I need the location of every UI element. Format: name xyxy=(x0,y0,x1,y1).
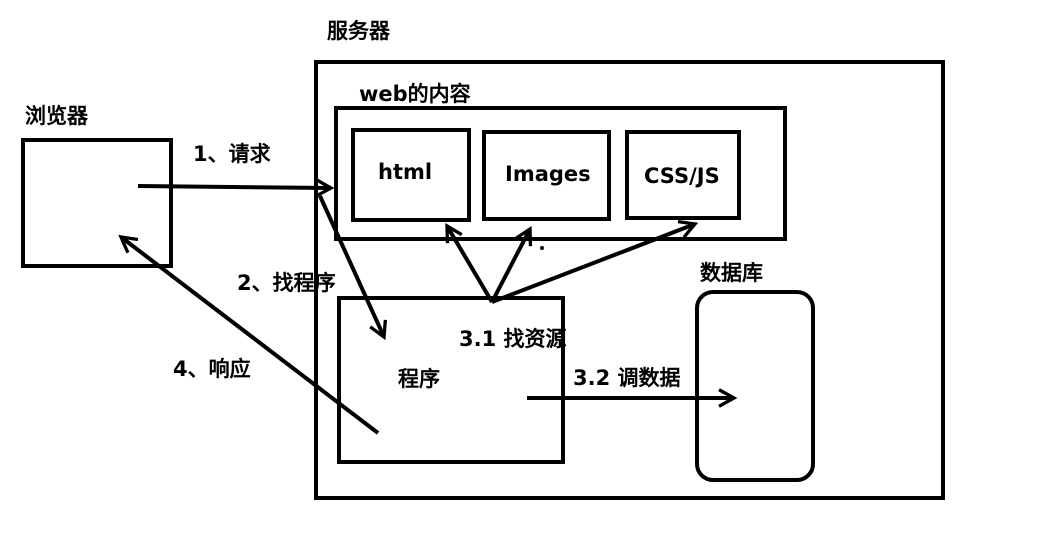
web-content-label: web的内容 xyxy=(359,82,471,106)
request-arrow xyxy=(137,186,331,188)
stray-dot xyxy=(540,246,544,250)
database-label: 数据库 xyxy=(700,261,763,285)
architecture-diagram: 服务器 浏览器 web的内容 html Images CSS/JS 程序 数据库… xyxy=(21,19,945,500)
step-find-resource-label: 3.1 找资源 xyxy=(459,327,567,351)
html-label: html xyxy=(378,160,432,184)
step-find-program-label: 2、找程序 xyxy=(237,271,336,295)
browser-box xyxy=(21,138,173,268)
step-request-label: 1、请求 xyxy=(193,142,271,166)
css-js-label: CSS/JS xyxy=(644,164,720,188)
server-box xyxy=(314,60,945,500)
program-box xyxy=(337,296,565,464)
server-label: 服务器 xyxy=(327,19,391,43)
images-label: Images xyxy=(505,162,591,186)
step-fetch-data-label: 3.2 调数据 xyxy=(573,366,681,390)
step-response-label: 4、响应 xyxy=(173,357,251,381)
program-label: 程序 xyxy=(398,367,440,391)
find-resource-arrow-css-js xyxy=(491,224,695,304)
database-box xyxy=(695,290,815,482)
browser-label: 浏览器 xyxy=(25,104,89,128)
